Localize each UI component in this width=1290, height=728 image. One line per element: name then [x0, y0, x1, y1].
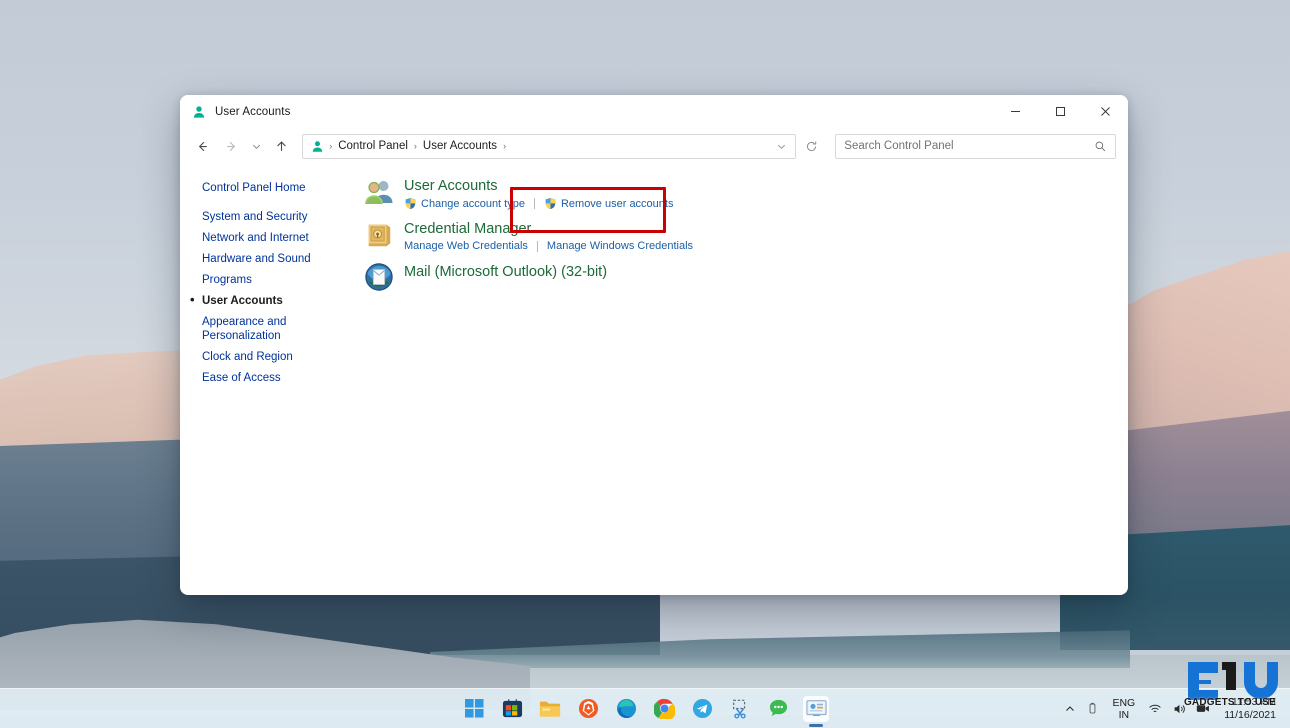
category-links-user-accounts: Change account type Remove user accounts [404, 197, 673, 210]
link-divider [536, 240, 538, 252]
microsoft-store-icon[interactable] [499, 696, 525, 722]
user-icon [191, 104, 207, 120]
search-input[interactable] [844, 140, 1090, 152]
category-credential-manager: Credential Manager Manage Web Credential… [362, 219, 1128, 253]
search-icon[interactable] [1090, 140, 1111, 153]
sidebar-item-ease-of-access[interactable]: Ease of Access [202, 371, 334, 385]
sidebar-item-control-panel-home[interactable]: Control Panel Home [202, 182, 306, 194]
shield-icon [405, 197, 416, 210]
clock[interactable]: 11:53 PM 11/16/2021 [1216, 696, 1282, 722]
clock-time: 11:53 PM [1231, 695, 1276, 708]
chevron-up-icon[interactable] [1059, 693, 1081, 725]
microsoft-edge-icon[interactable] [613, 696, 639, 722]
telegram-icon[interactable] [689, 696, 715, 722]
system-tray: ENG IN 11:53 PM 11/16/2021 [1059, 689, 1282, 728]
language-primary: ENG [1112, 696, 1136, 709]
address-bar[interactable]: › Control Panel › User Accounts › [302, 133, 797, 159]
category-mail-outlook-body: Mail (Microsoft Outlook) (32-bit) [404, 262, 607, 296]
link-manage-windows-credentials-label: Manage Windows Credentials [546, 240, 694, 252]
file-explorer-icon[interactable] [537, 696, 563, 722]
breadcrumb-item-control-panel[interactable]: Control Panel [334, 138, 412, 154]
start-button[interactable] [461, 696, 487, 722]
window-controls [993, 95, 1128, 128]
battery-icon[interactable] [1081, 693, 1104, 725]
control-panel-icon[interactable] [803, 695, 829, 727]
refresh-icon[interactable] [798, 134, 825, 159]
shield-icon [545, 197, 556, 210]
sidebar-item-programs[interactable]: Programs [202, 273, 334, 287]
language-secondary: IN [1118, 708, 1130, 721]
link-divider [533, 198, 535, 209]
sidebar: Control Panel Home System and Security N… [180, 164, 348, 595]
category-user-accounts-body: User Accounts Change account type Remove… [404, 176, 673, 210]
brave-browser-icon[interactable] [575, 696, 601, 722]
forward-button[interactable] [217, 132, 246, 160]
desktop: User Accounts › Control Panel › User Acc… [0, 0, 1290, 728]
credential-manager-icon [362, 219, 396, 253]
window-titlebar[interactable]: User Accounts [180, 95, 1128, 128]
link-change-account-type-label: Change account type [421, 197, 525, 210]
maximize-button[interactable] [1038, 95, 1083, 128]
sidebar-item-system-and-security[interactable]: System and Security [202, 210, 334, 224]
window-title: User Accounts [215, 105, 291, 118]
link-manage-windows-credentials[interactable]: Manage Windows Credentials [547, 240, 693, 252]
snipping-tool-icon[interactable] [727, 696, 753, 722]
window-body: Control Panel Home System and Security N… [180, 164, 1128, 595]
sidebar-item-user-accounts[interactable]: User Accounts [190, 293, 334, 308]
control-panel-window: User Accounts › Control Panel › User Acc… [180, 95, 1128, 595]
google-chrome-icon[interactable] [651, 696, 677, 722]
sidebar-item-hardware-and-sound[interactable]: Hardware and Sound [202, 252, 334, 266]
breadcrumb-user-icon [310, 139, 325, 154]
category-links-credential-manager: Manage Web Credentials Manage Windows Cr… [404, 240, 693, 252]
sidebar-item-clock-and-region[interactable]: Clock and Region [202, 350, 334, 364]
link-manage-web-credentials-label: Manage Web Credentials [404, 240, 528, 252]
category-credential-manager-body: Credential Manager Manage Web Credential… [404, 219, 693, 253]
link-change-account-type[interactable]: Change account type [404, 197, 525, 210]
search-box[interactable] [835, 133, 1116, 159]
link-manage-web-credentials[interactable]: Manage Web Credentials [404, 240, 528, 252]
user-accounts-icon [362, 176, 396, 210]
breadcrumb-separator: › [329, 141, 333, 151]
camera-icon[interactable] [1191, 693, 1216, 725]
back-button[interactable] [188, 132, 217, 160]
sidebar-item-network-and-internet[interactable]: Network and Internet [202, 231, 334, 245]
active-indicator [809, 723, 823, 727]
close-button[interactable] [1083, 95, 1128, 128]
link-remove-user-accounts[interactable]: Remove user accounts [544, 197, 674, 210]
taskbar-items [461, 695, 829, 727]
category-title-mail-outlook[interactable]: Mail (Microsoft Outlook) (32-bit) [404, 264, 607, 281]
content-area: User Accounts Change account type Remove… [348, 164, 1128, 595]
link-remove-user-accounts-label: Remove user accounts [560, 197, 674, 210]
language-indicator[interactable]: ENG IN [1104, 697, 1143, 721]
category-title-credential-manager[interactable]: Credential Manager [404, 221, 531, 238]
minimize-button[interactable] [993, 95, 1038, 128]
mail-outlook-icon [362, 262, 396, 296]
chat-icon[interactable] [765, 696, 791, 722]
category-user-accounts: User Accounts Change account type Remove… [362, 176, 1128, 210]
breadcrumb-separator: › [413, 141, 417, 151]
navigation-bar: › Control Panel › User Accounts › [180, 128, 1128, 164]
category-mail-outlook: Mail (Microsoft Outlook) (32-bit) [362, 262, 1128, 296]
wifi-icon[interactable] [1143, 693, 1167, 725]
address-bar-actions [769, 135, 793, 158]
category-title-user-accounts[interactable]: User Accounts [404, 178, 498, 195]
chevron-down-icon[interactable] [769, 135, 793, 158]
volume-icon[interactable] [1167, 693, 1191, 725]
breadcrumb-separator: › [503, 141, 507, 151]
sidebar-item-appearance-and-personalization[interactable]: Appearance and Personalization [202, 315, 334, 343]
breadcrumb-item-user-accounts[interactable]: User Accounts [419, 138, 501, 154]
clock-date: 11/16/2021 [1224, 708, 1276, 721]
taskbar: ENG IN 11:53 PM 11/16/2021 [0, 688, 1290, 728]
up-button[interactable] [267, 132, 296, 160]
recent-locations-button[interactable] [246, 132, 267, 160]
